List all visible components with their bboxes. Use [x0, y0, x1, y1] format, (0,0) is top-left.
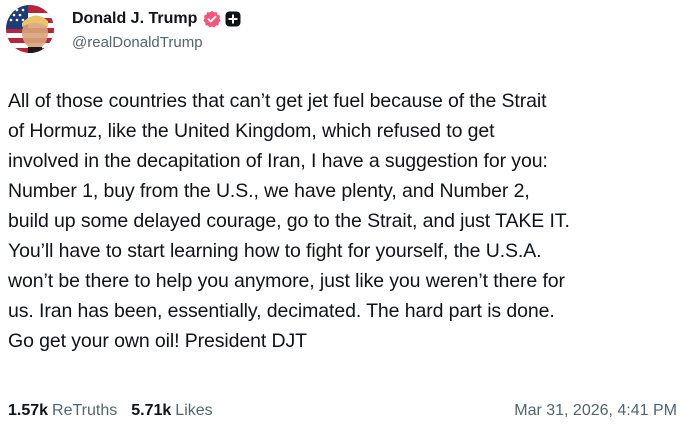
- post-timestamp[interactable]: Mar 31, 2026, 4:41 PM: [514, 402, 677, 420]
- author-display-name[interactable]: Donald J. Trump: [72, 10, 197, 28]
- author-handle[interactable]: @realDonaldTrump: [72, 34, 241, 51]
- name-row: Donald J. Trump: [72, 8, 241, 30]
- retruths-count: 1.57k: [8, 402, 49, 419]
- post-body-text: All of those countries that can’t get je…: [8, 90, 570, 352]
- post-card: Donald J. Trump @realDonaldTrump All of …: [0, 0, 689, 427]
- retruths-stat[interactable]: 1.57k ReTruths: [8, 402, 117, 420]
- likes-stat[interactable]: 5.71k Likes: [131, 402, 212, 420]
- post-footer: 1.57k ReTruths 5.71k Likes Mar 31, 2026,…: [8, 400, 677, 422]
- verified-badge-icon: [203, 10, 221, 28]
- likes-label: Likes: [175, 402, 213, 419]
- plus-badge-icon: [225, 11, 241, 27]
- author-avatar[interactable]: [6, 5, 54, 53]
- avatar-image: [6, 5, 54, 53]
- post-header: Donald J. Trump @realDonaldTrump: [72, 8, 241, 51]
- retruths-label: ReTruths: [52, 402, 118, 419]
- likes-count: 5.71k: [131, 402, 172, 419]
